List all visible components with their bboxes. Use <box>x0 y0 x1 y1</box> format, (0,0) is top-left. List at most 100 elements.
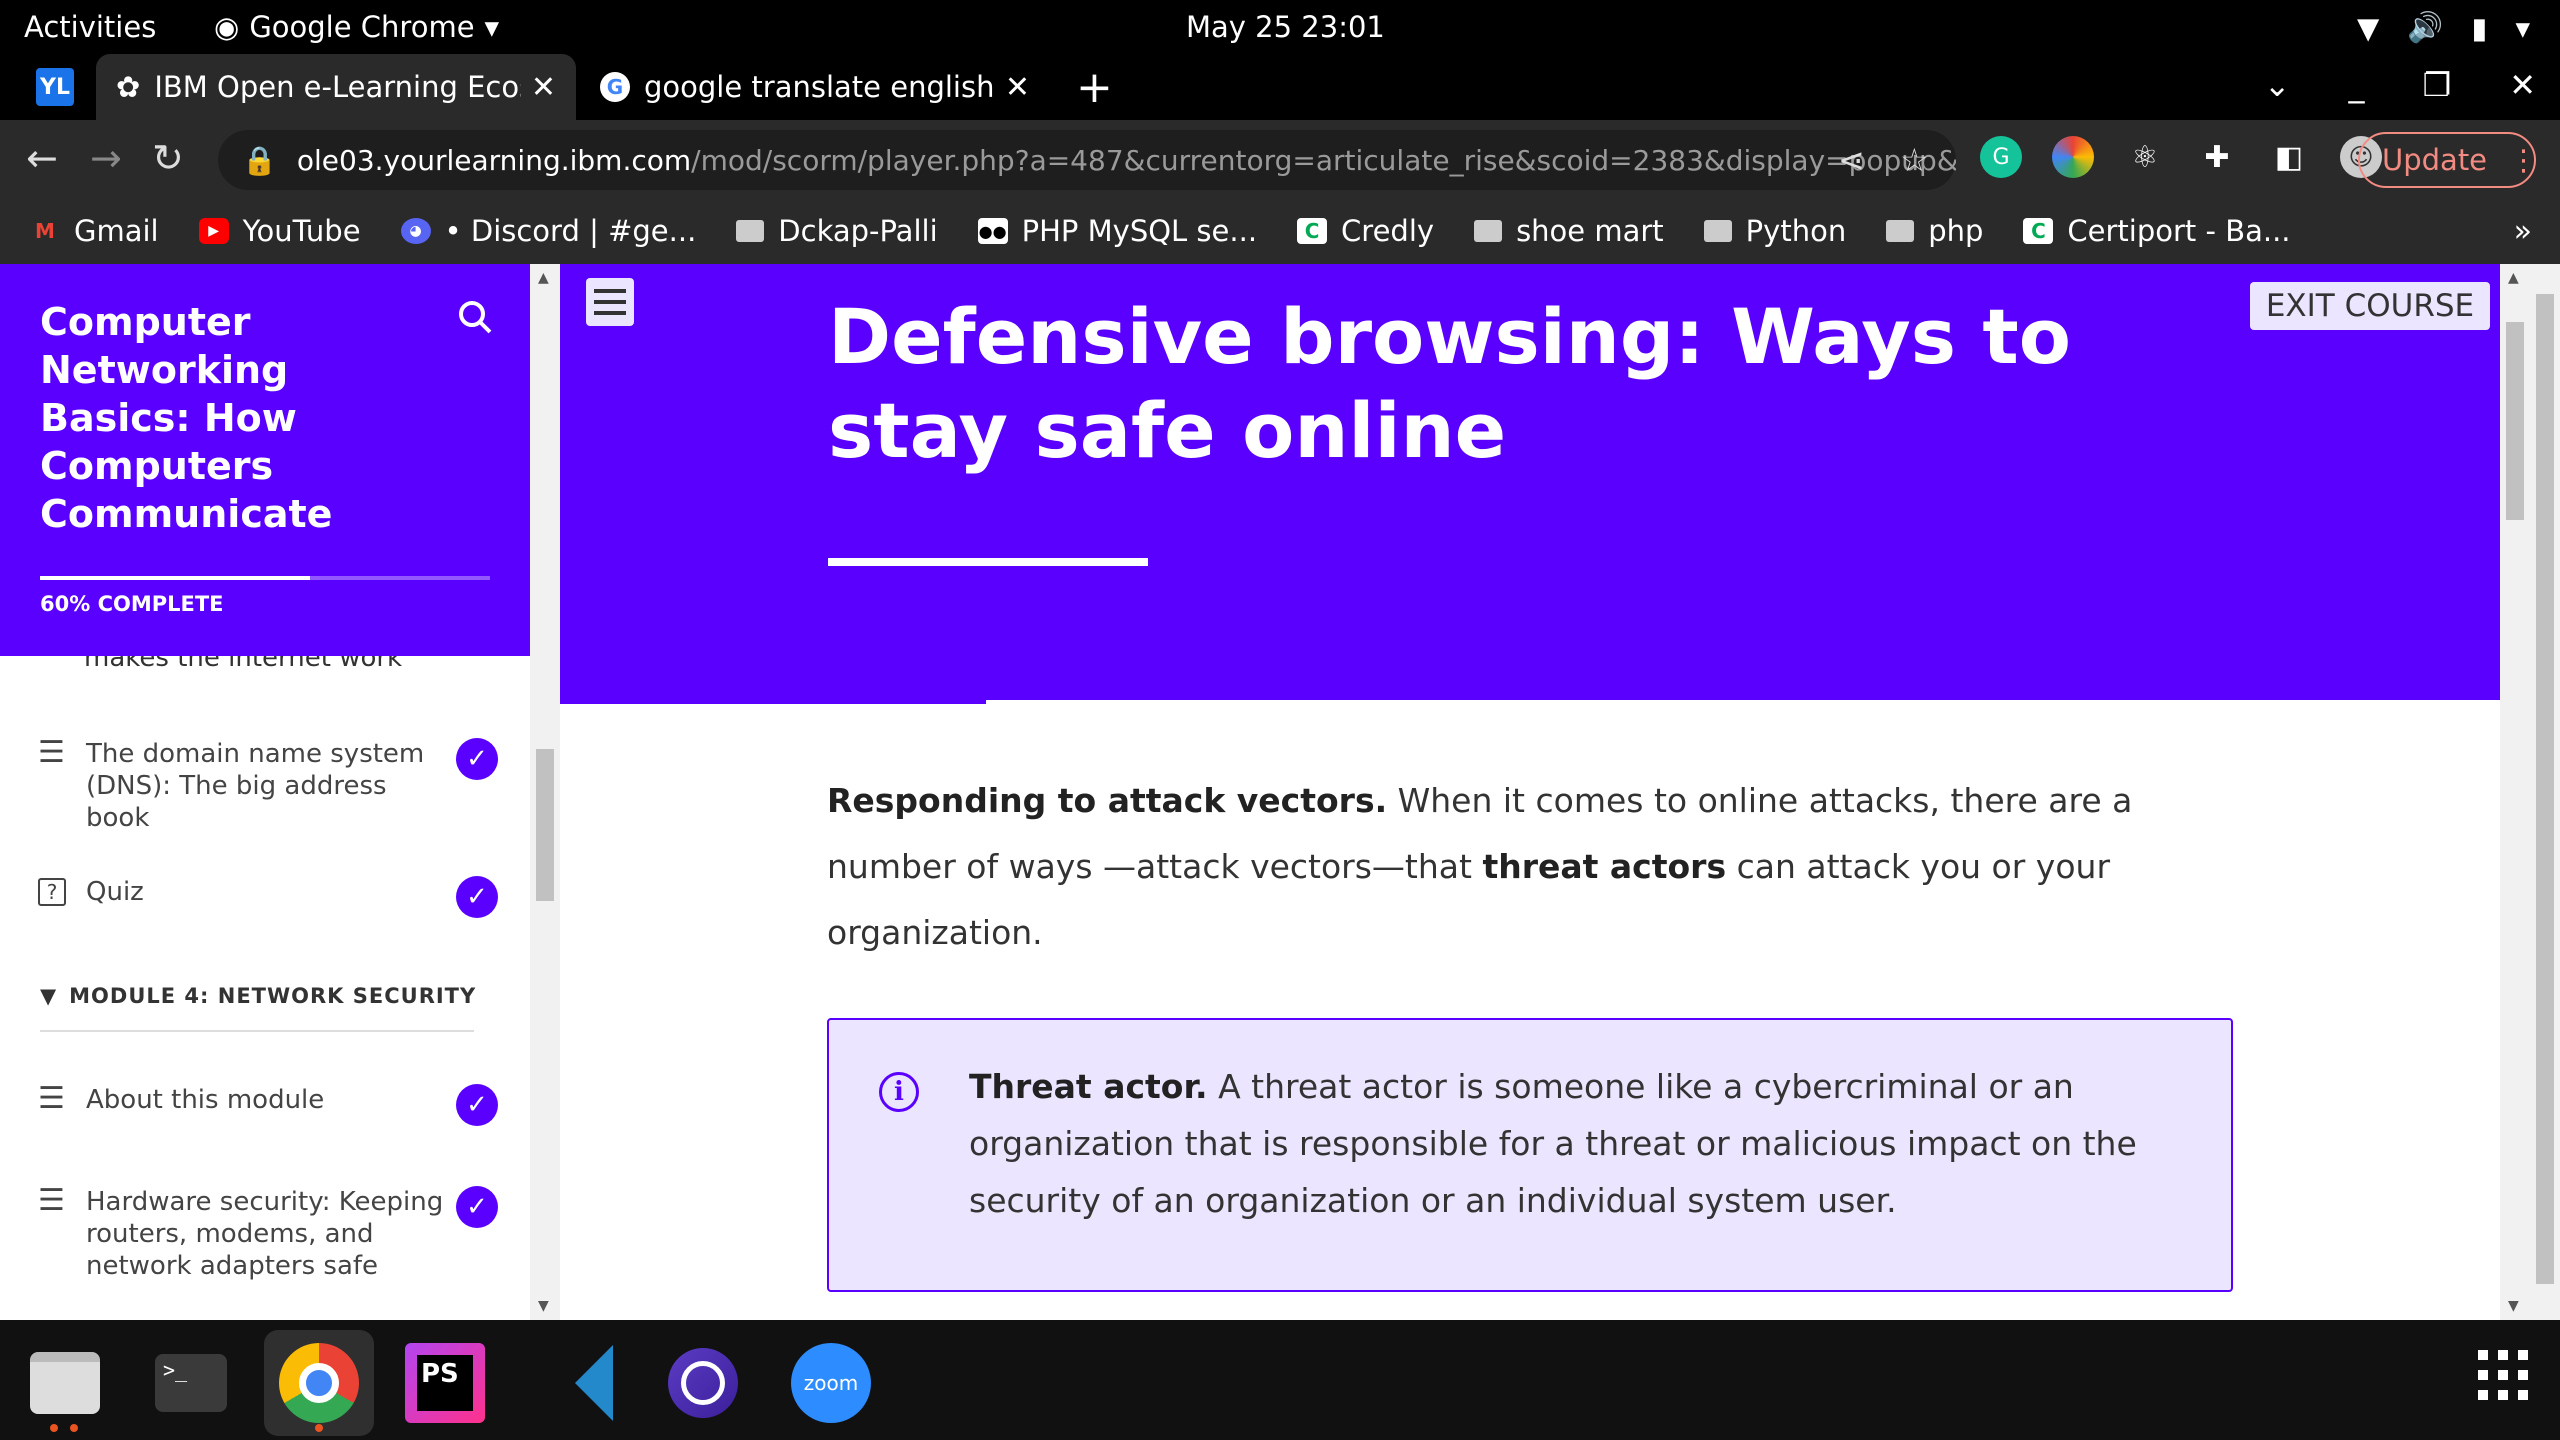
title-underline <box>828 558 1148 566</box>
lesson-title: Defensive browsing: Ways to stay safe on… <box>828 292 2071 475</box>
completed-check-icon: ✓ <box>456 1186 498 1228</box>
system-top-bar: Activities ◉ Google Chrome ▾ May 25 23:0… <box>0 0 2560 54</box>
react-devtools-icon[interactable]: ⚛ <box>2124 136 2166 178</box>
zoom-icon: zoom <box>791 1343 871 1423</box>
dock-files[interactable] <box>10 1330 120 1436</box>
update-button[interactable]: Update ⋮ <box>2358 132 2539 188</box>
tab-google-translate[interactable]: G google translate english t ✕ <box>580 54 1050 120</box>
reload-icon[interactable]: ↻ <box>152 136 184 180</box>
sidebar-item-quiz[interactable]: ? Quiz ✓ <box>38 876 498 918</box>
update-label: Update <box>2382 143 2488 177</box>
tab-ibm-elearning[interactable]: ✿ IBM Open e-Learning Ecos ✕ <box>96 54 576 120</box>
page-content: makes the internet work ☰ The domain nam… <box>0 264 2560 1320</box>
bookmark-label: shoe mart <box>1516 214 1664 248</box>
restore-icon[interactable]: ❐ <box>2423 66 2452 104</box>
lesson-progress-line <box>560 700 986 704</box>
more-bookmarks-icon[interactable]: » <box>2514 214 2532 249</box>
dock-chrome[interactable] <box>264 1330 374 1436</box>
scroll-up-icon[interactable]: ▲ <box>2508 270 2519 286</box>
caret-down-icon: ▼ <box>40 984 58 1008</box>
sidebar-item-label: The domain name system (DNS): The big ad… <box>86 739 425 833</box>
scroll-up-icon[interactable]: ▲ <box>538 270 549 286</box>
dock-vscode[interactable] <box>520 1330 630 1436</box>
bookmark-gmail[interactable]: M Gmail <box>30 214 159 248</box>
sidebar-scroll-thumb[interactable] <box>536 749 554 901</box>
bookmark-php-mysql[interactable]: ●● PHP MySQL se... <box>977 214 1257 248</box>
volume-icon: 🔊 <box>2407 10 2444 44</box>
tab-title: google translate english t <box>644 70 995 104</box>
tab-close-icon[interactable]: ✕ <box>1005 70 1030 105</box>
new-tab-button[interactable]: + <box>1076 62 1113 113</box>
chrome-icon <box>279 1343 359 1423</box>
credly-icon: C <box>2023 218 2054 244</box>
address-bar[interactable]: 🔒 ole03.yourlearning.ibm.com /mod/scorm/… <box>218 130 1956 190</box>
bookmark-label: • Discord | #ge... <box>444 214 697 248</box>
course-progress-bar <box>40 576 490 580</box>
bookmark-shoe-mart[interactable]: shoe mart <box>1474 214 1664 248</box>
bookmark-credly[interactable]: C Credly <box>1297 214 1434 248</box>
tab-close-icon[interactable]: ✕ <box>531 70 556 105</box>
minimize-icon[interactable]: _ <box>2349 66 2365 104</box>
close-window-icon[interactable]: ✕ <box>2509 66 2536 104</box>
wifi-icon: ▼ <box>2357 10 2380 45</box>
page-scrollbar[interactable] <box>2530 264 2560 1320</box>
tab-search-chevron-icon[interactable]: ⌄ <box>2264 66 2291 104</box>
grammarly-icon[interactable]: G <box>1980 136 2022 178</box>
note-text: Threat actor. A threat actor is someone … <box>969 1058 2169 1229</box>
lock-icon[interactable]: 🔒 <box>242 144 277 177</box>
side-panel-icon[interactable]: ◧ <box>2268 136 2310 178</box>
completed-check-icon: ✓ <box>456 1084 498 1126</box>
dock-zoom[interactable]: zoom <box>776 1330 886 1436</box>
bookmark-discord[interactable]: ◕ • Discord | #ge... <box>400 214 697 248</box>
scroll-down-icon[interactable]: ▼ <box>2508 1298 2519 1314</box>
app-menu[interactable]: ◉ Google Chrome ▾ <box>214 10 499 44</box>
system-tray[interactable]: ▼ 🔊 ▮ ▾ <box>2357 10 2530 45</box>
bookmark-star-icon[interactable]: ☆ <box>1900 141 1929 179</box>
lesson-scroll-thumb[interactable] <box>2506 322 2524 520</box>
kebab-menu-icon: ⋮ <box>2509 143 2539 177</box>
show-applications-icon[interactable] <box>2478 1350 2530 1402</box>
menu-hamburger-button[interactable] <box>586 278 634 326</box>
activities-button[interactable]: Activities <box>24 10 156 44</box>
scroll-down-icon[interactable]: ▼ <box>538 1298 549 1314</box>
folder-icon <box>1703 220 1732 242</box>
vscode-icon <box>537 1345 613 1421</box>
url-host: ole03.yourlearning.ibm.com <box>296 143 692 177</box>
back-icon[interactable]: ← <box>26 136 58 180</box>
dock-app-circle[interactable] <box>648 1330 758 1436</box>
bookmark-label: YouTube <box>242 214 361 248</box>
phpstorm-icon: PS <box>405 1343 485 1423</box>
bookmark-certiport[interactable]: C Certiport - Ba... <box>2023 214 2291 248</box>
dock-phpstorm[interactable]: PS <box>390 1330 500 1436</box>
bookmark-label: Dckap-Palli <box>778 214 938 248</box>
clock[interactable]: May 25 23:01 <box>1186 10 1385 44</box>
share-icon[interactable]: ⋖ <box>1838 141 1865 179</box>
paragraph-bold-term: threat actors <box>1482 847 1727 886</box>
bookmark-php[interactable]: php <box>1886 214 1983 248</box>
discord-icon: ◕ <box>400 218 431 244</box>
gmail-icon: M <box>35 219 55 243</box>
sidebar-item-hardware-security[interactable]: ☰ Hardware security: Keeping routers, mo… <box>38 1186 498 1282</box>
bookmark-python[interactable]: Python <box>1703 214 1846 248</box>
power-menu-icon: ▾ <box>2515 10 2530 45</box>
tab-strip: YL ✿ IBM Open e-Learning Ecos ✕ G google… <box>0 54 2560 120</box>
lesson-scrollbar[interactable]: ▲ ▼ <box>2500 264 2530 1320</box>
extensions-puzzle-icon[interactable]: ✚ <box>2196 136 2238 178</box>
app-menu-label: Google Chrome <box>249 10 475 44</box>
forward-icon[interactable]: → <box>90 136 122 180</box>
sidebar-item-dns[interactable]: ☰ The domain name system (DNS): The big … <box>38 738 498 834</box>
sidebar-scrollbar[interactable]: ▲ ▼ <box>530 264 560 1320</box>
exit-course-button[interactable]: EXIT COURSE <box>2250 282 2490 330</box>
color-picker-extension-icon[interactable] <box>2052 136 2094 178</box>
dock-terminal[interactable]: >_ <box>136 1330 246 1436</box>
bookmark-youtube[interactable]: ▶ YouTube <box>198 214 361 248</box>
page-scroll-thumb[interactable] <box>2536 294 2554 1284</box>
module-4-toggle[interactable]: ▼ MODULE 4: NETWORK SECURITY <box>40 984 476 1008</box>
sidebar-item-about-module[interactable]: ☰ About this module ✓ <box>38 1084 498 1126</box>
yourlearning-extension-icon[interactable]: YL <box>36 68 74 106</box>
info-icon: i <box>879 1072 919 1112</box>
search-icon[interactable] <box>456 298 494 336</box>
paragraph-lead: Responding to attack vectors. <box>827 781 1388 820</box>
lesson-hero: Defensive browsing: Ways to stay safe on… <box>560 264 2500 700</box>
bookmark-dckap-palli[interactable]: Dckap-Palli <box>736 214 938 248</box>
